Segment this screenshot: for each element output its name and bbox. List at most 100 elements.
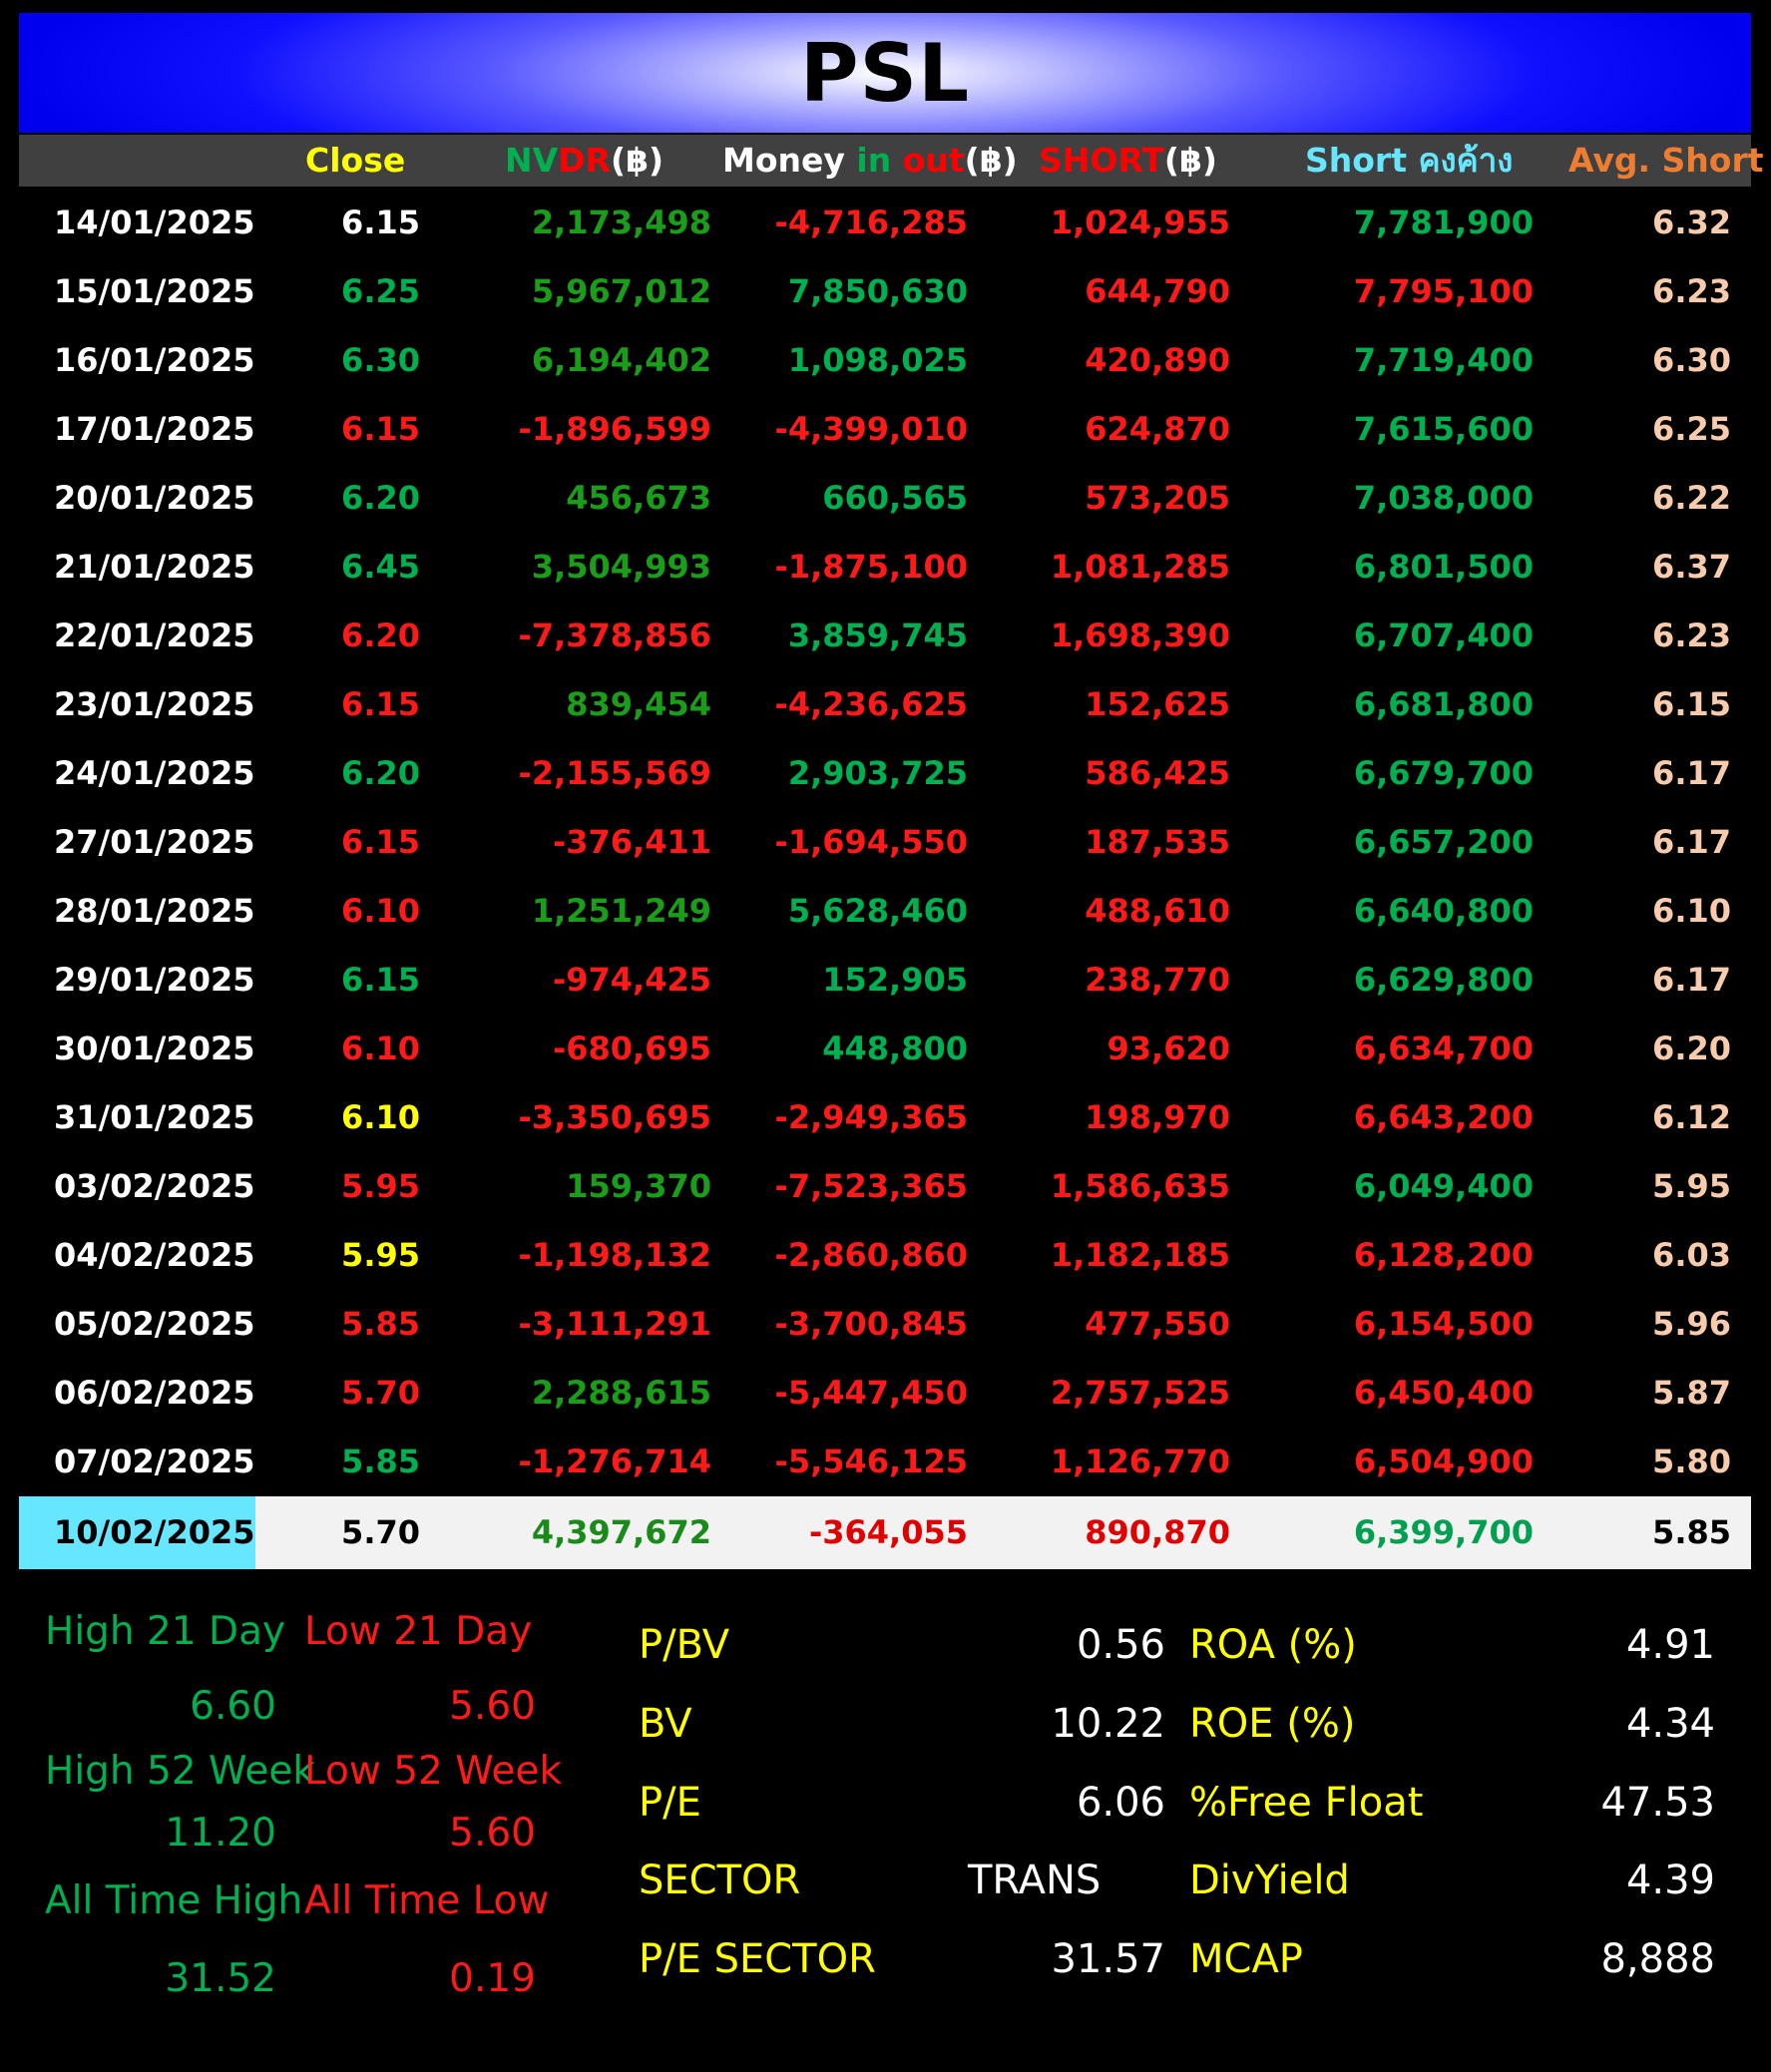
latest-money: -364,055	[808, 1513, 968, 1551]
latest-row: 10/02/2025 5.70 4,397,672 -364,055 890,8…	[19, 1496, 1751, 1569]
row-money-in-out: 5,628,460	[787, 892, 968, 930]
row-close: 6.30	[341, 341, 420, 379]
high-21-day-label: High 21 Day	[45, 1609, 286, 1654]
roe-label: ROE (%)	[1189, 1701, 1356, 1747]
row-date: 27/01/2025	[54, 823, 255, 861]
row-short: 586,425	[1085, 754, 1230, 792]
row-short: 1,024,955	[1050, 204, 1230, 241]
row-nvdr: 6,194,402	[531, 341, 711, 379]
row-close: 5.85	[341, 1443, 420, 1480]
high-52-week-label: High 52 Week	[45, 1749, 315, 1794]
row-money-in-out: -4,399,010	[774, 410, 968, 448]
low-21-day-label: Low 21 Day	[304, 1609, 533, 1654]
row-close: 6.15	[341, 204, 420, 241]
low-52-week-label: Low 52 Week	[304, 1749, 563, 1794]
row-nvdr: -376,411	[552, 823, 711, 861]
row-avg-short: 6.20	[1652, 1030, 1731, 1067]
row-short: 1,698,390	[1050, 617, 1230, 654]
table-row: 22/01/2025 6.20 -7,378,856 3,859,745 1,698,3…	[19, 602, 1751, 670]
row-date: 03/02/2025	[54, 1167, 255, 1205]
row-close: 6.15	[341, 823, 420, 861]
row-short: 198,970	[1085, 1098, 1230, 1136]
row-nvdr: 839,454	[566, 685, 711, 723]
header-close: Close	[305, 141, 406, 180]
row-date: 31/01/2025	[54, 1098, 255, 1136]
table-row: 28/01/2025 6.10 1,251,249 5,628,460 488,610 6…	[19, 877, 1751, 946]
row-short-balance: 6,801,500	[1353, 548, 1534, 586]
table-row: 04/02/2025 5.95 -1,198,132 -2,860,860 1,182,…	[19, 1221, 1751, 1290]
row-short: 624,870	[1085, 410, 1230, 448]
row-nvdr: -1,198,132	[518, 1236, 711, 1274]
row-avg-short: 6.15	[1652, 685, 1731, 723]
roa-value: 4.91	[1625, 1622, 1715, 1668]
pe-value: 6.06	[1076, 1780, 1165, 1826]
row-nvdr: -3,111,291	[518, 1305, 711, 1343]
row-close: 6.20	[341, 617, 420, 654]
row-date: 15/01/2025	[54, 272, 255, 310]
row-short-balance: 6,504,900	[1353, 1443, 1534, 1480]
bv-label: BV	[639, 1701, 692, 1747]
row-short: 1,126,770	[1050, 1443, 1230, 1480]
high-52-week-value: 11.20	[165, 1811, 276, 1856]
row-short-balance: 6,049,400	[1353, 1167, 1534, 1205]
table-row: 31/01/2025 6.10 -3,350,695 -2,949,365 198,97…	[19, 1083, 1751, 1152]
table-header: Close NVDR(฿) Money in out(฿) SHORT(฿) S…	[19, 135, 1764, 187]
row-close: 5.95	[341, 1236, 420, 1274]
row-money-in-out: 448,800	[822, 1030, 968, 1067]
low-21-day-value: 5.60	[449, 1684, 536, 1729]
row-money-in-out: 2,903,725	[787, 754, 968, 792]
data-table: 14/01/2025 6.15 2,173,498 -4,716,285 1,024,9…	[19, 189, 1751, 1496]
row-money-in-out: -2,949,365	[774, 1098, 968, 1136]
row-short: 2,757,525	[1050, 1374, 1230, 1412]
sector-value: TRANS	[968, 1858, 1102, 1903]
row-short: 238,770	[1085, 961, 1230, 999]
row-avg-short: 6.23	[1652, 272, 1731, 310]
latest-nvdr: 4,397,672	[531, 1513, 711, 1551]
div-yield-label: DivYield	[1189, 1858, 1350, 1903]
table-row: 05/02/2025 5.85 -3,111,291 -3,700,845 477,55…	[19, 1290, 1751, 1359]
row-nvdr: -3,350,695	[518, 1098, 711, 1136]
row-avg-short: 5.80	[1652, 1443, 1731, 1480]
row-avg-short: 6.03	[1652, 1236, 1731, 1274]
div-yield-value: 4.39	[1625, 1858, 1715, 1903]
row-date: 16/01/2025	[54, 341, 255, 379]
row-short-balance: 6,643,200	[1353, 1098, 1534, 1136]
table-row: 29/01/2025 6.15 -974,425 152,905 238,770 6,62…	[19, 946, 1751, 1015]
row-date: 07/02/2025	[54, 1443, 255, 1480]
free-float-value: 47.53	[1600, 1780, 1715, 1826]
row-date: 05/02/2025	[54, 1305, 255, 1343]
row-avg-short: 6.23	[1652, 617, 1731, 654]
row-close: 6.25	[341, 272, 420, 310]
latest-close: 5.70	[341, 1513, 420, 1551]
table-row: 17/01/2025 6.15 -1,896,599 -4,399,010 624,87…	[19, 395, 1751, 464]
row-short-balance: 6,679,700	[1353, 754, 1534, 792]
latest-date: 10/02/2025	[54, 1513, 255, 1551]
row-short-balance: 6,154,500	[1353, 1305, 1534, 1343]
mcap-label: MCAP	[1189, 1936, 1303, 1982]
row-close: 6.10	[341, 1098, 420, 1136]
row-money-in-out: -3,700,845	[774, 1305, 968, 1343]
row-short-balance: 7,719,400	[1353, 341, 1534, 379]
row-close: 6.10	[341, 1030, 420, 1067]
row-money-in-out: -4,236,625	[774, 685, 968, 723]
row-short-balance: 6,681,800	[1353, 685, 1534, 723]
header-money: Money in out(฿)	[722, 141, 1018, 180]
row-money-in-out: -5,546,125	[774, 1443, 968, 1480]
row-short-balance: 7,038,000	[1353, 479, 1534, 517]
row-avg-short: 6.37	[1652, 548, 1731, 586]
row-money-in-out: 1,098,025	[787, 341, 968, 379]
row-money-in-out: -7,523,365	[774, 1167, 968, 1205]
row-date: 06/02/2025	[54, 1374, 255, 1412]
row-close: 6.20	[341, 754, 420, 792]
row-date: 04/02/2025	[54, 1236, 255, 1274]
bv-value: 10.22	[1051, 1701, 1165, 1747]
row-money-in-out: 152,905	[822, 961, 968, 999]
row-avg-short: 6.32	[1652, 204, 1731, 241]
free-float-label: %Free Float	[1189, 1780, 1424, 1826]
row-money-in-out: -1,694,550	[774, 823, 968, 861]
row-avg-short: 5.95	[1652, 1167, 1731, 1205]
row-nvdr: 2,288,615	[531, 1374, 711, 1412]
row-money-in-out: 660,565	[822, 479, 968, 517]
row-close: 6.15	[341, 961, 420, 999]
row-short: 420,890	[1085, 341, 1230, 379]
